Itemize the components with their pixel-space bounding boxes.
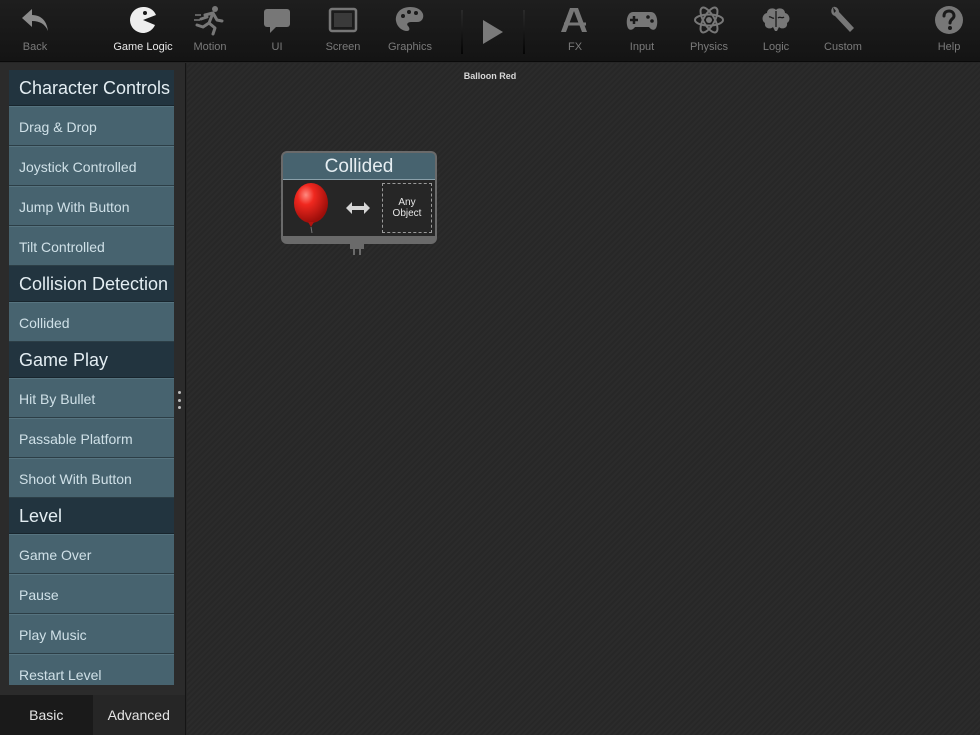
motion-label: Motion [193,41,227,53]
input-label: Input [629,41,655,53]
any-object-target[interactable]: Any Object [382,183,432,233]
game-logic-label: Game Logic [113,41,173,53]
actor-name-label: Balloon Red [463,71,517,81]
play-icon [483,20,503,44]
fx-label: FX [567,41,583,53]
behavior-joystick-controlled[interactable]: Joystick Controlled [9,146,174,186]
category-game-play: Game Play [9,342,174,378]
pacman-icon [123,0,163,40]
double-arrow-icon [346,202,370,214]
motion-button[interactable]: Motion [190,0,230,62]
behavior-game-over[interactable]: Game Over [9,534,174,574]
sidebar-resize-handle[interactable] [177,391,181,409]
category-level: Level [9,498,174,534]
physics-button[interactable]: Physics [688,0,730,62]
category-collision-detection: Collision Detection [9,266,174,302]
behavior-library-sidebar: Character Controls Drag & Drop Joystick … [0,63,186,735]
collided-behavior-block[interactable]: Collided Any Object [281,151,437,255]
toolbar-divider [461,10,463,54]
back-arrow-icon [15,0,55,40]
behavior-jump-with-button[interactable]: Jump With Button [9,186,174,226]
running-man-icon [190,0,230,40]
behavior-passable-platform[interactable]: Passable Platform [9,418,174,458]
behavior-body: Any Object [283,179,435,236]
palette-icon [390,0,430,40]
behavior-restart-level[interactable]: Restart Level [9,654,174,685]
logic-label: Logic [762,41,790,53]
graphics-label: Graphics [387,41,433,53]
help-icon [929,0,969,40]
library-tabs: Basic Advanced [0,695,185,735]
behavior-hit-by-bullet[interactable]: Hit By Bullet [9,378,174,418]
behavior-list[interactable]: Character Controls Drag & Drop Joystick … [9,70,174,685]
atom-icon [689,0,729,40]
input-button[interactable]: Input [622,0,662,62]
help-label: Help [937,41,961,53]
screen-button[interactable]: Screen [323,0,363,62]
custom-label: Custom [824,41,862,53]
back-label: Back [22,41,48,53]
category-character-controls: Character Controls [9,70,174,106]
connector-plug-icon[interactable] [350,240,364,256]
brain-icon [756,0,796,40]
behavior-tilt-controlled[interactable]: Tilt Controlled [9,226,174,266]
wrench-icon [823,0,863,40]
fx-button[interactable]: FX [555,0,595,62]
physics-label: Physics [690,41,728,53]
tab-advanced[interactable]: Advanced [92,695,185,735]
behavior-collided[interactable]: Collided [9,302,174,342]
top-toolbar: Back Game Logic Motion UI Screen Graphic… [0,0,980,62]
gamepad-icon [622,0,662,40]
ui-label: UI [271,41,283,53]
help-button[interactable]: Help [929,0,969,62]
balloon-icon [294,183,328,233]
tab-basic[interactable]: Basic [0,695,93,735]
ui-button[interactable]: UI [257,0,297,62]
graphics-button[interactable]: Graphics [385,0,435,62]
behavior-play-music[interactable]: Play Music [9,614,174,654]
app-store-icon [555,0,595,40]
screen-icon [323,0,363,40]
behavior-drag-and-drop[interactable]: Drag & Drop [9,106,174,146]
speech-bubble-icon [257,0,297,40]
game-logic-button[interactable]: Game Logic [112,0,174,62]
behavior-shoot-with-button[interactable]: Shoot With Button [9,458,174,498]
toolbar-divider [523,10,525,54]
behavior-pause[interactable]: Pause [9,574,174,614]
back-button[interactable]: Back [15,0,55,62]
play-button[interactable] [470,10,514,54]
logic-canvas[interactable]: Balloon Red Collided Any Object [187,63,980,735]
logic-button[interactable]: Logic [756,0,796,62]
screen-label: Screen [325,41,361,53]
custom-button[interactable]: Custom [820,0,866,62]
behavior-title: Collided [283,153,435,179]
